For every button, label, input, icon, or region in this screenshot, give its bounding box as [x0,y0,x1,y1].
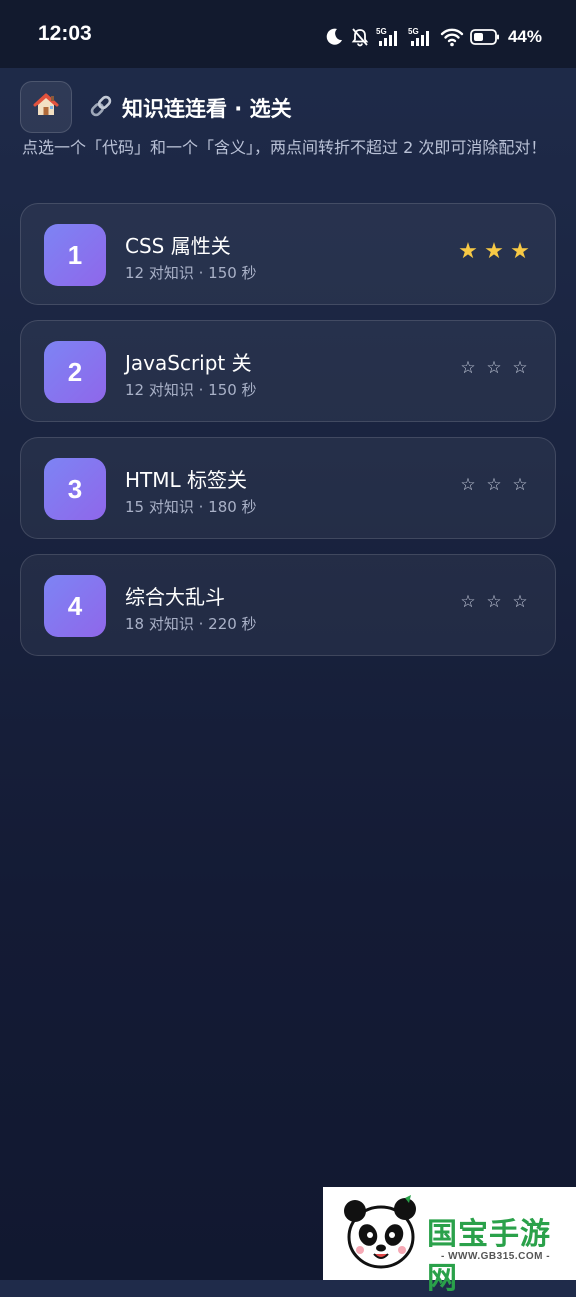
status-bar: 12:03 5G 5G 44% [0,0,576,68]
level-name: CSS 属性关 [125,234,231,258]
level-name: HTML 标签关 [125,468,248,492]
battery-percent: 44% [507,27,542,46]
level-stars: ☆ ☆ ☆ [457,474,531,496]
panda-logo-icon [341,1195,421,1277]
star-empty-icon: ☆ [460,592,476,612]
star-empty-icon: ☆ [486,475,502,495]
star-empty-icon: ☆ [486,592,502,612]
star-empty-icon: ☆ [512,475,528,495]
level-stars: ☆ ☆ ☆ [457,357,531,379]
level-card-4[interactable]: 4 综合大乱斗 18 对知识 · 220 秒 ☆ ☆ ☆ [20,554,556,656]
status-time: 12:03 [38,22,92,45]
level-card-1[interactable]: 1 CSS 属性关 12 对知识 · 150 秒 ★ ★ ★ [20,203,556,305]
level-number-badge: 3 [44,458,106,520]
bell-muted-icon [350,27,370,47]
network-label-2: 5G [408,27,419,36]
level-stars: ☆ ☆ ☆ [457,591,531,613]
level-number-badge: 2 [44,341,106,403]
level-meta: 12 对知识 · 150 秒 [125,381,257,399]
star-empty-icon: ☆ [512,592,528,612]
home-button[interactable] [20,81,72,133]
level-meta: 18 对知识 · 220 秒 [125,615,257,633]
star-filled-icon: ★ [510,238,530,264]
watermark-url: - WWW.GB315.COM - [441,1251,551,1262]
instructions-text: 点选一个「代码」和一个「含义」，两点间转折不超过 2 次即可消除配对！ [22,138,547,157]
level-stars: ★ ★ ★ [457,238,531,264]
wifi-icon [440,27,464,47]
status-icons: 5G 5G 44% [324,22,542,52]
star-empty-icon: ☆ [460,475,476,495]
star-empty-icon: ☆ [460,358,476,378]
signal-icon: 5G [408,26,434,48]
house-icon [32,91,60,123]
level-card-2[interactable]: 2 JavaScript 关 12 对知识 · 150 秒 ☆ ☆ ☆ [20,320,556,422]
level-list: 1 CSS 属性关 12 对知识 · 150 秒 ★ ★ ★ 2 JavaScr… [20,203,556,671]
star-filled-icon: ★ [458,238,478,264]
watermark: 国宝手游网 - WWW.GB315.COM - [323,1187,576,1296]
level-meta: 15 对知识 · 180 秒 [125,498,257,516]
level-name: 综合大乱斗 [125,585,225,609]
level-number-badge: 1 [44,224,106,286]
level-card-3[interactable]: 3 HTML 标签关 15 对知识 · 180 秒 ☆ ☆ ☆ [20,437,556,539]
signal-icon: 5G [376,26,402,48]
star-filled-icon: ★ [484,238,504,264]
moon-icon [324,27,344,47]
star-empty-icon: ☆ [486,358,502,378]
network-label-1: 5G [376,27,387,36]
star-empty-icon: ☆ [512,358,528,378]
page-title: 知识连连看 · 选关 [88,92,292,124]
level-name: JavaScript 关 [125,351,252,375]
link-icon [88,93,114,124]
battery-icon [470,28,500,46]
level-number-badge: 4 [44,575,106,637]
page-title-text: 知识连连看 · 选关 [122,97,292,121]
level-meta: 12 对知识 · 150 秒 [125,264,257,282]
